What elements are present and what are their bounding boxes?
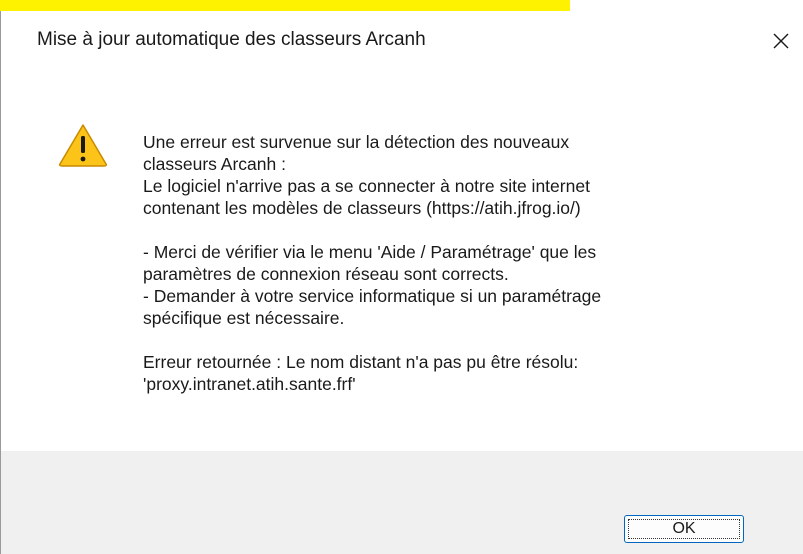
dialog-footer: OK (1, 451, 803, 554)
message-line: - Merci de vérifier via le menu 'Aide / … (143, 242, 597, 262)
message-line: Erreur retournée : Le nom distant n'a pa… (143, 352, 579, 372)
message-line: spécifique est nécessaire. (143, 308, 345, 328)
message-line: classeurs Arcanh : (143, 154, 286, 174)
message-dialog: Mise à jour automatique des classeurs Ar… (0, 11, 803, 554)
message-line: - Demander à votre service informatique … (143, 286, 602, 306)
message-line (143, 329, 763, 351)
error-message: Une erreur est survenue sur la détection… (143, 131, 763, 395)
ok-button-label: OK (672, 520, 696, 537)
message-line: Une erreur est survenue sur la détection… (143, 132, 570, 152)
message-line (143, 219, 763, 241)
message-line: Le logiciel n'arrive pas a se connecter … (143, 176, 590, 196)
message-line: 'proxy.intranet.atih.sante.frf' (143, 374, 356, 394)
close-button[interactable] (761, 21, 801, 61)
dialog-title: Mise à jour automatique des classeurs Ar… (37, 29, 426, 50)
ok-button[interactable]: OK (624, 515, 744, 543)
dialog-content: Une erreur est survenue sur la détection… (1, 71, 803, 451)
warning-icon (59, 124, 107, 167)
message-line: contenant les modèles de classeurs (http… (143, 198, 581, 218)
title-bar: Mise à jour automatique des classeurs Ar… (1, 11, 803, 71)
message-line: paramètres de connexion réseau sont corr… (143, 264, 509, 284)
close-icon (773, 33, 789, 49)
